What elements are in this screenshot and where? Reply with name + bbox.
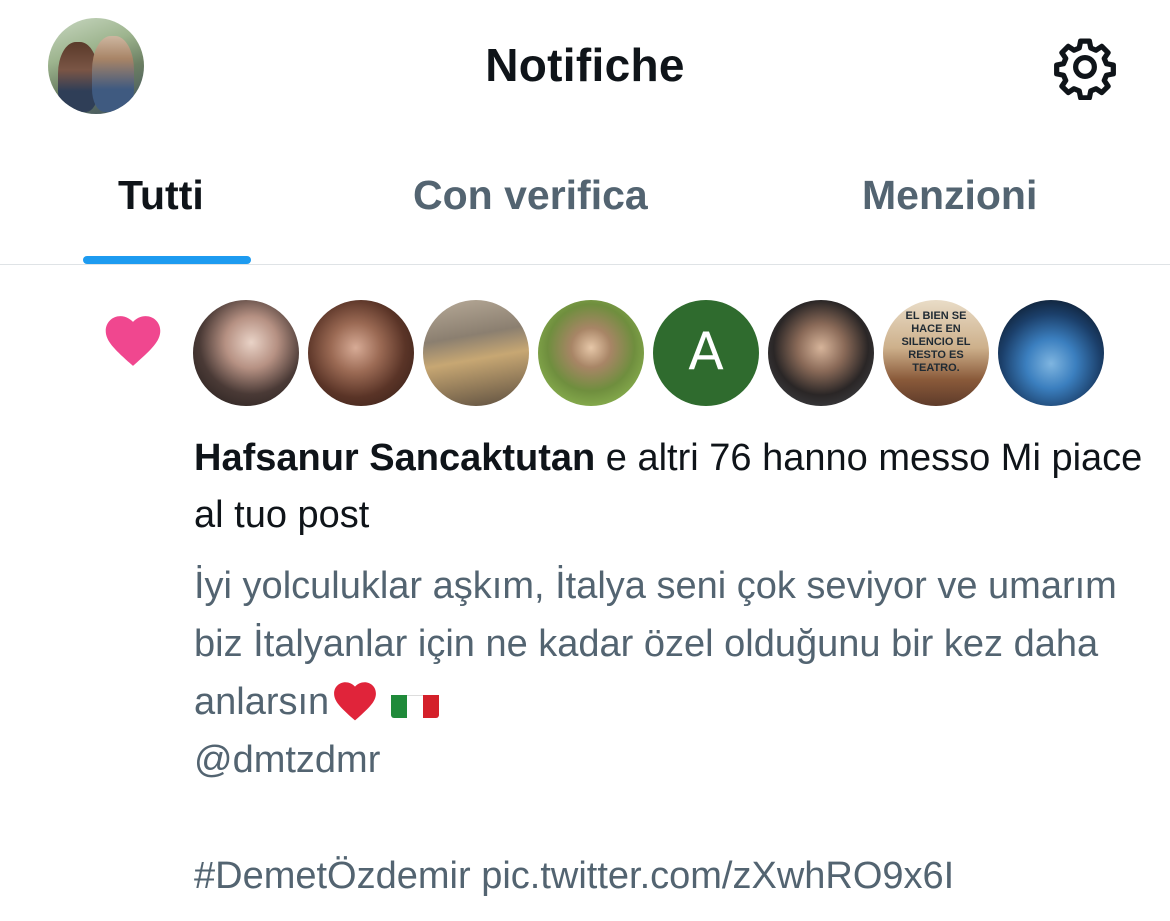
liker-avatar[interactable] (538, 300, 644, 406)
active-tab-indicator (83, 256, 251, 264)
avatar-sign-text: EL BIEN SE HACE EN SILENCIO EL RESTO ES … (901, 310, 971, 374)
post-hashtag-link[interactable]: #DemetÖzdemir pic.twitter.com/zXwhRO9x6I (194, 855, 954, 897)
page-title: Notifiche (485, 39, 685, 91)
liker-avatar[interactable]: EL BIEN SE HACE EN SILENCIO EL RESTO ES … (883, 300, 989, 406)
tab-menzioni[interactable]: Menzioni (862, 172, 1037, 219)
tab-tutti[interactable]: Tutti (118, 172, 204, 219)
liker-avatar[interactable] (308, 300, 414, 406)
actor-name[interactable]: Hafsanur Sancaktutan (194, 437, 595, 479)
avatar-letter: A (688, 322, 724, 382)
notification-tabs: Tutti Con verifica Menzioni (0, 150, 1170, 265)
liker-avatar[interactable] (193, 300, 299, 406)
tab-con-verifica[interactable]: Con verifica (413, 172, 648, 219)
top-bar: Notifiche (0, 0, 1170, 135)
red-heart-emoji-icon (334, 682, 377, 721)
gear-icon[interactable] (1052, 34, 1118, 100)
italy-flag-icon (391, 686, 440, 718)
liker-avatar[interactable]: A (653, 300, 759, 406)
liker-avatar[interactable] (998, 300, 1104, 406)
heart-icon (105, 316, 161, 366)
liker-avatar[interactable] (423, 300, 529, 406)
post-mention[interactable]: @dmtzdmr (194, 739, 380, 781)
post-preview[interactable]: İyi yolculuklar aşkım, İtalya seni çok s… (194, 557, 1154, 905)
liker-avatar[interactable] (768, 300, 874, 406)
notification-summary[interactable]: Hafsanur Sancaktutan e altri 76 hanno me… (194, 430, 1154, 544)
